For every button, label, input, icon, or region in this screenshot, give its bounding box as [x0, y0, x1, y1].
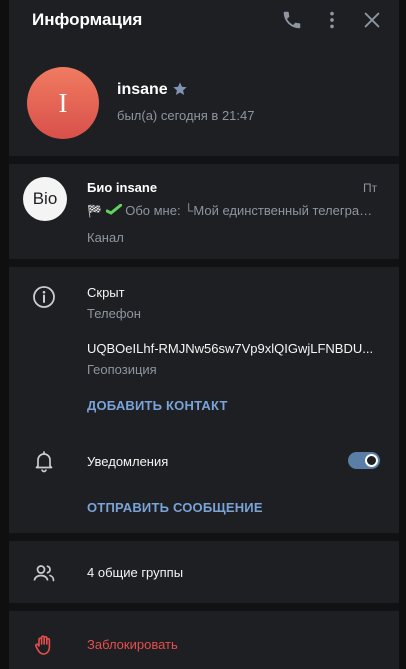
send-message-button[interactable]: ОТПРАВИТЬ СООБЩЕНИЕ	[87, 500, 263, 515]
channel-avatar[interactable]: Bio	[23, 177, 67, 221]
block-section[interactable]	[9, 611, 399, 669]
preview-emoji: 🏁	[87, 204, 102, 218]
channel-subtitle: Канал	[87, 230, 124, 245]
channel-preview: 🏁 Обо мне: └Мой единственный телеграм-ка…	[87, 203, 379, 218]
more-icon[interactable]	[321, 9, 343, 31]
toggle-knob	[365, 454, 378, 467]
separator	[9, 156, 399, 164]
separator	[9, 533, 399, 541]
close-icon[interactable]	[361, 9, 383, 31]
notifications-toggle[interactable]	[348, 452, 380, 469]
hand-block-icon	[32, 633, 56, 657]
phone-label: Телефон	[87, 306, 141, 321]
people-icon	[32, 561, 56, 585]
contact-name: insane	[117, 81, 168, 98]
separator	[9, 603, 399, 611]
bell-icon	[32, 449, 56, 473]
phone-icon[interactable]	[281, 9, 303, 31]
avatar[interactable]: I	[27, 67, 99, 139]
last-seen-status: был(а) сегодня в 21:47	[117, 108, 255, 123]
location-value[interactable]: UQBOeILhf-RMJNw56sw7Vp9xlQIGwjLFNBDU...	[87, 341, 379, 356]
location-label: Геопозиция	[87, 362, 157, 377]
separator	[9, 259, 399, 267]
check-icon	[105, 203, 123, 216]
channel-title[interactable]: Био insane	[87, 180, 157, 195]
channel-time: Пт	[363, 181, 378, 195]
groups-section[interactable]	[9, 541, 399, 603]
preview-text: Обо мне: └Мой единственный телеграм-кана…	[125, 203, 379, 218]
common-groups-label[interactable]: 4 общие группы	[87, 565, 183, 580]
phone-value[interactable]: Скрыт	[87, 285, 125, 300]
add-contact-button[interactable]: ДОБАВИТЬ КОНТАКТ	[87, 398, 228, 413]
info-icon	[32, 285, 56, 309]
notifications-label: Уведомления	[87, 454, 169, 469]
star-icon	[172, 81, 188, 97]
panel-title: Информация	[32, 10, 143, 29]
block-button[interactable]: Заблокировать	[87, 637, 178, 652]
notifications-section	[9, 432, 399, 533]
